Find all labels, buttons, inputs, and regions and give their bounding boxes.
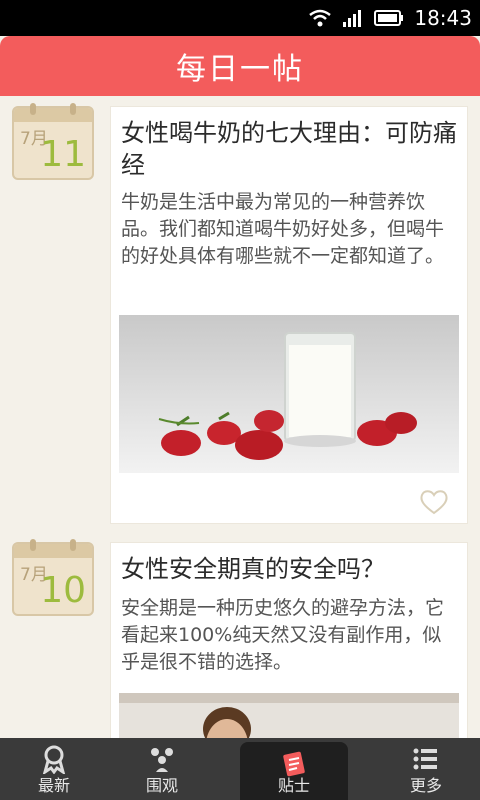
app-header: 每日一帖 [0,36,480,96]
tab-label: 最新 [37,776,70,795]
date-badge: 7月 10 [12,539,94,616]
post-image[interactable] [119,693,459,738]
tab-label: 围观 [145,776,178,795]
status-icons: 18:43 [308,6,472,30]
tab-tips[interactable]: 贴士 [240,742,348,800]
tab-latest[interactable]: 最新 [0,738,108,800]
ribbon-icon [42,745,66,774]
post-day: 10 [40,570,86,611]
tab-label: 更多 [409,776,442,795]
post-title[interactable]: 女性喝牛奶的七大理由：可防痛经 [121,117,457,181]
list-icon [413,748,437,770]
date-badge: 7月 11 [12,103,94,180]
post-feed[interactable]: 7月 11 女性喝牛奶的七大理由：可防痛经 牛奶是生活中最为常见的一种营养饮品。… [0,96,480,738]
post-title[interactable]: 女性安全期真的安全吗？ [121,553,457,585]
post-card[interactable]: 女性喝牛奶的七大理由：可防痛经 牛奶是生活中最为常见的一种营养饮品。我们都知道喝… [110,106,468,524]
crowd-icon [151,748,173,772]
post-image[interactable] [119,315,459,473]
post-card[interactable]: 女性安全期真的安全吗？ 安全期是一种历史悠久的避孕方法，它看起来100%纯天然又… [110,542,468,738]
battery-icon [374,10,404,26]
clock: 18:43 [414,6,472,30]
milk-strawberries-image [119,315,459,473]
like-heart-icon[interactable] [419,489,449,515]
tab-more[interactable]: 更多 [372,738,480,800]
status-bar: 18:43 [0,0,480,36]
tab-watch[interactable]: 围观 [108,738,216,800]
calendar-icon [14,108,92,122]
post-day: 11 [40,134,86,175]
post-summary: 牛奶是生活中最为常见的一种营养饮品。我们都知道喝牛奶好处多，但喝牛的好处具体有哪… [121,191,445,267]
signal-icon [343,10,362,27]
calendar-icon [14,544,92,558]
bottom-tab-bar: 最新 围观 贴士 更多 [0,738,480,800]
post-summary: 安全期是一种历史悠久的避孕方法，它看起来100%纯天然又没有副作用，似乎是很不错… [121,597,445,673]
tab-label: 贴士 [277,776,310,795]
wifi-icon [309,9,332,27]
page-title: 每日一帖 [176,52,304,87]
portrait-image [119,693,459,738]
